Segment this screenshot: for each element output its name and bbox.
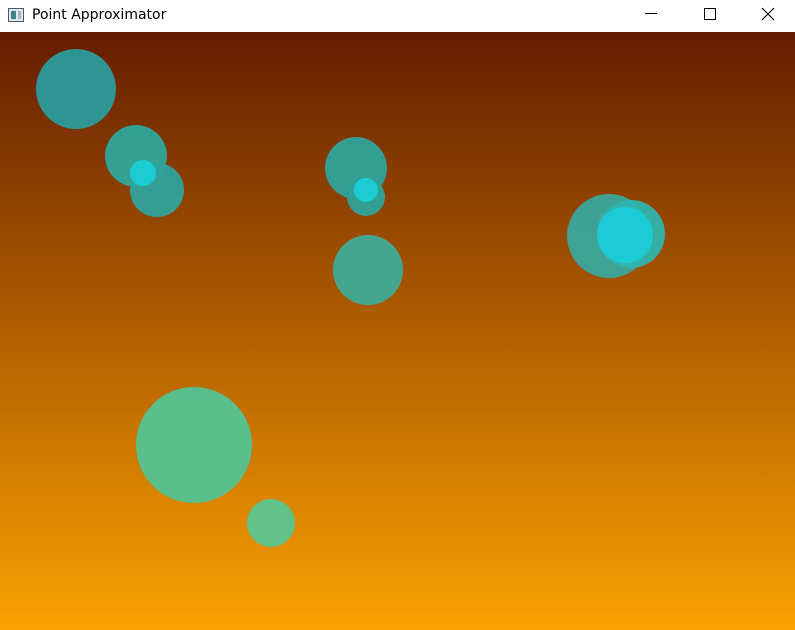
title-bar[interactable]: Point Approximator bbox=[0, 0, 795, 32]
drawing-canvas[interactable] bbox=[0, 32, 795, 630]
close-icon bbox=[761, 7, 775, 21]
window-title: Point Approximator bbox=[32, 7, 167, 23]
app-icon-pane-left bbox=[11, 11, 16, 19]
app-icon-pane-right bbox=[18, 11, 21, 19]
minimize-icon bbox=[645, 13, 657, 14]
circle bbox=[136, 387, 252, 503]
circle-overlap-highlight bbox=[130, 160, 156, 186]
app-window: Point Approximator bbox=[0, 0, 795, 630]
circle bbox=[247, 499, 295, 547]
circle bbox=[36, 49, 116, 129]
minimize-button[interactable] bbox=[622, 0, 680, 32]
app-window-icon bbox=[8, 8, 24, 22]
maximize-button[interactable] bbox=[680, 0, 738, 32]
canvas-background bbox=[0, 32, 795, 630]
maximize-icon bbox=[704, 8, 716, 20]
close-button[interactable] bbox=[738, 0, 795, 32]
circle-overlap-highlight bbox=[597, 207, 653, 263]
circle bbox=[333, 235, 403, 305]
circle-overlap-highlight bbox=[354, 178, 378, 202]
